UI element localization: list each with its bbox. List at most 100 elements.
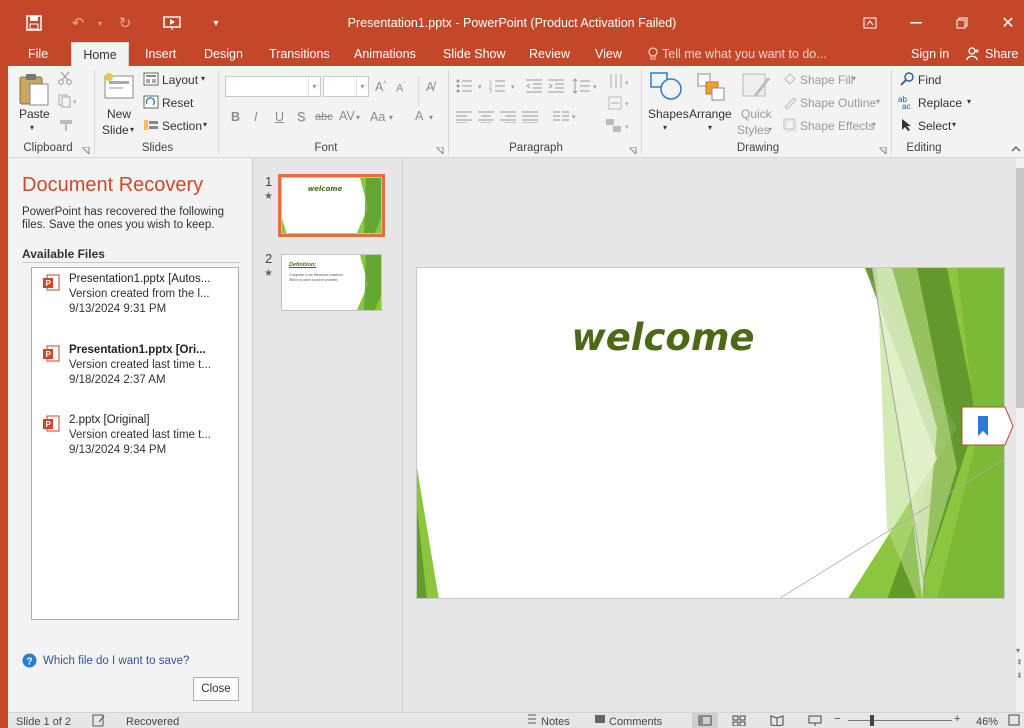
slide-bookmark-callout[interactable]	[961, 406, 1014, 446]
reading-view-icon[interactable]	[770, 715, 784, 726]
change-case-button[interactable]: Aa	[370, 110, 385, 124]
numbering-icon[interactable]: 1 2 3 ▾	[489, 79, 519, 93]
sign-in-link[interactable]: Sign in	[903, 42, 957, 66]
font-name-combobox[interactable]: ▾	[225, 76, 321, 97]
zoom-level[interactable]: 46%	[976, 716, 998, 728]
font-name-dropdown-icon[interactable]: ▾	[308, 77, 320, 96]
arrange-dropdown-icon[interactable]: ▾	[708, 123, 712, 132]
shape-effects-button[interactable]: Shape Effects	[800, 119, 875, 133]
tab-insert[interactable]: Insert	[137, 42, 184, 66]
tell-me-box[interactable]: Tell me what you want to do...	[648, 42, 827, 66]
tab-animations[interactable]: Animations	[346, 42, 424, 66]
previous-slide-icon[interactable]: ⇞	[1016, 658, 1024, 667]
find-button[interactable]: Find	[918, 73, 941, 87]
align-center-icon[interactable]	[478, 111, 494, 123]
align-left-icon[interactable]	[456, 111, 472, 123]
new-slide-label-2[interactable]: Slide	[102, 123, 129, 137]
new-slide-label-1[interactable]: New	[107, 107, 131, 121]
paste-dropdown-icon[interactable]: ▾	[30, 123, 34, 132]
recovered-file-item[interactable]: P 2.pptx [Original] Version created last…	[32, 411, 238, 475]
shapes-dropdown-icon[interactable]: ▾	[663, 123, 667, 132]
italic-button[interactable]: I	[254, 110, 257, 124]
shape-fill-icon[interactable]	[783, 72, 797, 86]
character-spacing-button[interactable]: AV	[339, 109, 355, 123]
justify-icon[interactable]	[522, 111, 538, 123]
layout-dropdown-icon[interactable]: ▾	[201, 74, 205, 83]
quick-styles-dropdown-icon[interactable]: ▾	[768, 125, 772, 134]
increase-indent-icon[interactable]	[548, 79, 564, 93]
bold-button[interactable]: B	[231, 110, 240, 124]
recovered-file-item[interactable]: P Presentation1.pptx [Ori... Version cre…	[32, 341, 238, 405]
font-color-dropdown-icon[interactable]: ▾	[429, 113, 433, 122]
decrease-indent-icon[interactable]	[526, 79, 542, 93]
help-link-text[interactable]: Which file do I want to save?	[43, 655, 189, 667]
close-window-icon[interactable]: ✕	[988, 8, 1024, 38]
shadow-button[interactable]: S	[297, 110, 305, 124]
font-launcher-icon[interactable]	[436, 147, 444, 155]
zoom-out-icon[interactable]: −	[834, 713, 840, 725]
arrange-button[interactable]: Arrange	[689, 107, 732, 121]
convert-to-smartart-icon[interactable]: ▾	[605, 117, 633, 135]
arrange-icon[interactable]	[696, 72, 726, 102]
restore-icon[interactable]	[942, 8, 982, 38]
shape-fill-button[interactable]: Shape Fill	[800, 73, 853, 87]
ribbon-display-options-icon[interactable]	[850, 8, 890, 38]
columns-icon[interactable]: ▾	[553, 111, 579, 123]
replace-button[interactable]: Replace	[918, 96, 962, 110]
recovered-file-list[interactable]: P Presentation1.pptx [Autos... Version c…	[31, 267, 239, 620]
copy-icon[interactable]: ▾	[58, 94, 78, 108]
paste-button[interactable]: Paste	[19, 107, 50, 121]
replace-icon[interactable]: ab ac	[898, 94, 916, 110]
fit-to-window-icon[interactable]	[1008, 714, 1020, 726]
strikethrough-button[interactable]: abc	[315, 111, 333, 123]
quick-styles-icon[interactable]	[741, 72, 773, 102]
select-cursor-icon[interactable]	[901, 118, 913, 132]
next-slide-icon[interactable]: ⇟	[1016, 671, 1024, 680]
line-spacing-icon[interactable]: ▾	[572, 78, 600, 94]
section-icon[interactable]	[143, 118, 159, 132]
minimize-icon[interactable]	[896, 8, 936, 38]
quick-styles-label-2[interactable]: Styles	[737, 123, 770, 137]
spell-check-icon[interactable]	[92, 714, 106, 727]
layout-button[interactable]: Layout	[162, 73, 198, 87]
slide-show-view-icon[interactable]	[808, 715, 822, 726]
notes-icon[interactable]	[526, 714, 538, 726]
shapes-icon[interactable]	[649, 71, 683, 101]
section-button[interactable]: Section	[162, 119, 202, 133]
collapse-ribbon-icon[interactable]	[1011, 145, 1021, 152]
bullets-icon[interactable]: ▾	[456, 79, 486, 93]
slide-title[interactable]: welcome	[417, 316, 909, 359]
underline-button[interactable]: U	[275, 110, 284, 124]
comments-button[interactable]: Comments	[609, 716, 662, 728]
align-text-icon[interactable]: ▾	[608, 96, 632, 112]
select-dropdown-icon[interactable]: ▾	[952, 120, 956, 129]
clipboard-launcher-icon[interactable]	[82, 147, 90, 155]
zoom-slider-thumb[interactable]	[870, 715, 874, 726]
zoom-slider[interactable]	[848, 720, 952, 721]
shape-outline-button[interactable]: Shape Outline	[800, 96, 876, 110]
format-painter-icon[interactable]	[58, 118, 74, 132]
zoom-in-icon[interactable]: +	[954, 713, 960, 725]
slide-sorter-icon[interactable]	[732, 715, 746, 726]
section-dropdown-icon[interactable]: ▾	[203, 120, 207, 129]
recovered-file-item[interactable]: P Presentation1.pptx [Autos... Version c…	[32, 270, 238, 334]
paragraph-launcher-icon[interactable]	[629, 147, 637, 155]
tab-transitions[interactable]: Transitions	[261, 42, 338, 66]
slide-thumbnail-2[interactable]: Definition: Computer is an electronic ma…	[281, 254, 382, 311]
drawing-launcher-icon[interactable]	[879, 147, 887, 155]
font-color-button[interactable]: A	[415, 109, 423, 123]
tab-review[interactable]: Review	[521, 42, 578, 66]
reset-button[interactable]: Reset	[162, 96, 193, 110]
shape-outline-dropdown-icon[interactable]: ▾	[876, 97, 880, 106]
current-slide[interactable]: welcome	[416, 267, 1005, 599]
spacing-dropdown-icon[interactable]: ▾	[356, 113, 360, 122]
scrollbar-thumb[interactable]	[1016, 168, 1024, 408]
new-slide-icon[interactable]	[103, 72, 135, 102]
vertical-scrollbar[interactable]: ▾ ⇞ ⇟	[1016, 158, 1024, 712]
close-recovery-button[interactable]: Close	[193, 677, 239, 701]
scroll-down-icon[interactable]: ▾	[1016, 646, 1024, 655]
tab-home[interactable]: Home	[71, 42, 129, 66]
share-button[interactable]: Share	[958, 42, 1024, 66]
tab-file[interactable]: File	[20, 42, 56, 66]
notes-button[interactable]: Notes	[541, 716, 570, 728]
